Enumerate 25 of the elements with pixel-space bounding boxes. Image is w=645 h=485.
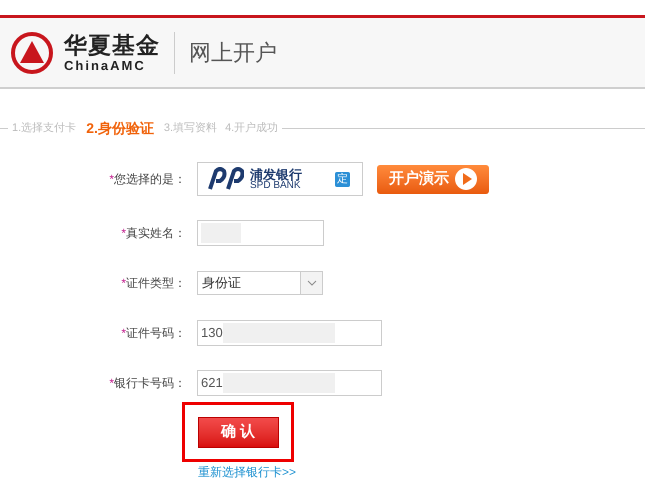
reselect-card-link[interactable]: 重新选择银行卡>> (198, 463, 645, 481)
step-label: 3.填写资料 (164, 120, 218, 136)
form-label: *证件号码： (120, 325, 187, 342)
bank-name-en: SPD BANK (250, 180, 301, 190)
bank-name: 浦发银行 (250, 168, 302, 180)
brand-name-en: ChinaAMC (64, 58, 147, 72)
form-label: *银行卡号码： (108, 375, 187, 392)
input-field[interactable] (197, 220, 324, 246)
page-title: 网上开户 (189, 39, 277, 67)
chevron-down-icon (306, 280, 316, 286)
id-type-select[interactable]: 身份证 (197, 271, 323, 295)
form-label: *证件类型： (120, 275, 187, 292)
input-field[interactable]: 621 (197, 370, 382, 396)
confirm-button[interactable]: 确 认 (198, 416, 278, 448)
bank-logo-icon (208, 167, 244, 191)
form-label: *您选择的是： (108, 171, 187, 188)
step-label: 2.身份验证 (86, 118, 154, 138)
play-icon (455, 168, 477, 190)
logo-icon (10, 30, 54, 74)
form-label: *真实姓名： (120, 225, 187, 242)
step-label: 1.选择支付卡 (12, 120, 76, 136)
input-field[interactable]: 130 (197, 320, 382, 346)
step-label: 4.开户成功 (225, 120, 278, 136)
fixed-badge: 定 (335, 172, 350, 186)
brand-name: 华夏基金 (64, 34, 160, 56)
